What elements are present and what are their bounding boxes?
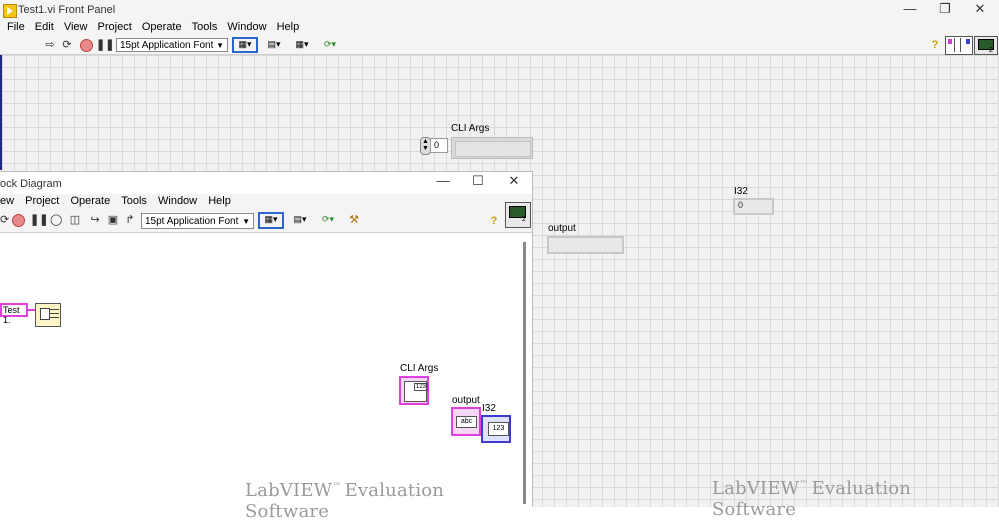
menu-project[interactable]: Project (98, 20, 132, 34)
chevron-down-icon: ▼ (242, 217, 250, 226)
help-icon[interactable]: ? (929, 38, 941, 52)
front-panel-titlebar[interactable]: Test1.vi Front Panel — ❐ ✕ (0, 0, 999, 20)
block-diagram-window: ock Diagram — ☐ ✕ ew Project Operate Too… (0, 171, 533, 522)
output-label: output (548, 223, 576, 234)
connector-pane-icon[interactable] (945, 36, 973, 55)
pause-icon[interactable]: ❚❚ (96, 38, 114, 52)
menu-tools[interactable]: Tools (121, 194, 147, 208)
vi-icon-preview[interactable]: 2 (505, 202, 531, 228)
vertical-scrollbar[interactable] (523, 242, 526, 504)
i32-indicator[interactable]: 0 (733, 198, 774, 215)
menu-operate[interactable]: Operate (142, 20, 182, 34)
align-objects-icon[interactable]: ▦▾ (258, 212, 284, 229)
menu-view[interactable]: View (64, 20, 88, 34)
string-wire (28, 309, 35, 311)
front-panel-watermark: LabVIEW™ Evaluation Software (712, 478, 912, 520)
step-over-icon[interactable]: ▣ (106, 213, 120, 227)
i32-terminal-label: I32 (482, 403, 496, 414)
abort-icon[interactable] (12, 214, 25, 227)
run-continuously-icon[interactable]: ⟳ (60, 38, 74, 52)
run-arrow-icon[interactable]: ⇨ (44, 38, 56, 52)
menu-help[interactable]: Help (208, 194, 231, 208)
menu-operate[interactable]: Operate (70, 194, 110, 208)
distribute-objects-icon[interactable]: ▤▾ (288, 213, 312, 227)
reorder-icon[interactable]: ⟳▾ (316, 213, 340, 227)
vi-icon (3, 4, 17, 18)
align-objects-icon[interactable]: ▦▾ (232, 37, 258, 53)
font-select-value: 15pt Application Font (145, 216, 239, 227)
restore-button[interactable]: ❐ (925, 0, 965, 20)
highlight-execution-icon[interactable]: ◯ (50, 213, 62, 227)
cli-args-label: CLI Args (451, 123, 490, 134)
font-select[interactable]: 15pt Application Font ▼ (141, 213, 254, 229)
block-diagram-menubar: ew Project Operate Tools Window Help (0, 194, 532, 210)
cli-args-terminal[interactable]: 123 (399, 376, 429, 405)
abort-icon[interactable] (80, 39, 93, 52)
array-index-field[interactable]: 0 (430, 138, 448, 153)
pause-icon[interactable]: ❚❚ (30, 213, 48, 227)
help-icon[interactable]: ? (488, 214, 500, 228)
font-select-value: 15pt Application Font (120, 40, 214, 51)
output-terminal-type: abc (456, 416, 477, 428)
block-diagram-watermark: LabVIEW™ Evaluation Software (245, 480, 445, 522)
window-title: Test1.vi Front Panel (18, 4, 116, 16)
cli-args-terminal-type: 123 (414, 383, 429, 391)
output-terminal[interactable]: abc (451, 407, 481, 436)
front-panel-toolbar: ⇨ ⟳ ❚❚ 15pt Application Font ▼ ▦▾ ▤▾ ▦▾ … (0, 36, 999, 55)
cli-args-terminal-label: CLI Args (400, 363, 439, 374)
menu-window[interactable]: Window (158, 194, 197, 208)
menu-view[interactable]: ew (0, 194, 14, 208)
menu-window[interactable]: Window (227, 20, 266, 34)
maximize-button[interactable]: ☐ (458, 172, 498, 192)
block-diagram-canvas[interactable]: Test 1. CLI Args 123 output abc I32 123 … (0, 233, 532, 522)
cli-args-element[interactable] (455, 141, 531, 157)
cli-args-array-frame (451, 137, 533, 159)
step-into-icon[interactable]: ↪ (88, 213, 102, 227)
block-diagram-titlebar[interactable]: ock Diagram — ☐ ✕ (0, 172, 532, 194)
menu-help[interactable]: Help (277, 20, 300, 34)
distribute-objects-icon[interactable]: ▤▾ (262, 38, 286, 52)
window-title: ock Diagram (0, 178, 62, 190)
step-out-icon[interactable]: ↱ (123, 213, 137, 227)
i32-terminal-type: 123 (488, 422, 509, 436)
block-diagram-toolbar: ⟳ ❚❚ ◯ ◫ ↪ ▣ ↱ 15pt Application Font ▼ ▦… (0, 202, 532, 233)
vi-icon-preview[interactable]: 2 (974, 36, 998, 55)
i32-label: I32 (734, 186, 748, 197)
clean-up-diagram-icon[interactable]: ⚒ (346, 213, 362, 227)
menu-tools[interactable]: Tools (192, 20, 218, 34)
close-button[interactable]: ✕ (494, 172, 534, 192)
run-continuously-icon[interactable]: ⟳ (0, 213, 9, 227)
front-panel-menubar: File Edit View Project Operate Tools Win… (0, 20, 999, 36)
minimize-button[interactable]: — (890, 0, 930, 20)
font-select[interactable]: 15pt Application Font ▼ (116, 38, 228, 52)
output-terminal-label: output (452, 395, 480, 406)
retain-wire-values-icon[interactable]: ◫ (68, 213, 82, 227)
i32-terminal[interactable]: 123 (481, 415, 511, 443)
chevron-down-icon: ▼ (216, 41, 224, 50)
output-indicator[interactable] (547, 236, 624, 254)
resize-objects-icon[interactable]: ▦▾ (290, 38, 314, 52)
close-button[interactable]: ✕ (960, 0, 999, 20)
menu-file[interactable]: File (7, 20, 25, 34)
reorder-icon[interactable]: ⟳▾ (318, 38, 342, 52)
menu-edit[interactable]: Edit (35, 20, 54, 34)
open-vi-reference-node[interactable] (35, 303, 61, 327)
minimize-button[interactable]: — (423, 172, 463, 192)
front-panel-edge (0, 55, 2, 170)
vi-name-constant[interactable]: Test 1. (0, 303, 28, 325)
menu-project[interactable]: Project (25, 194, 59, 208)
